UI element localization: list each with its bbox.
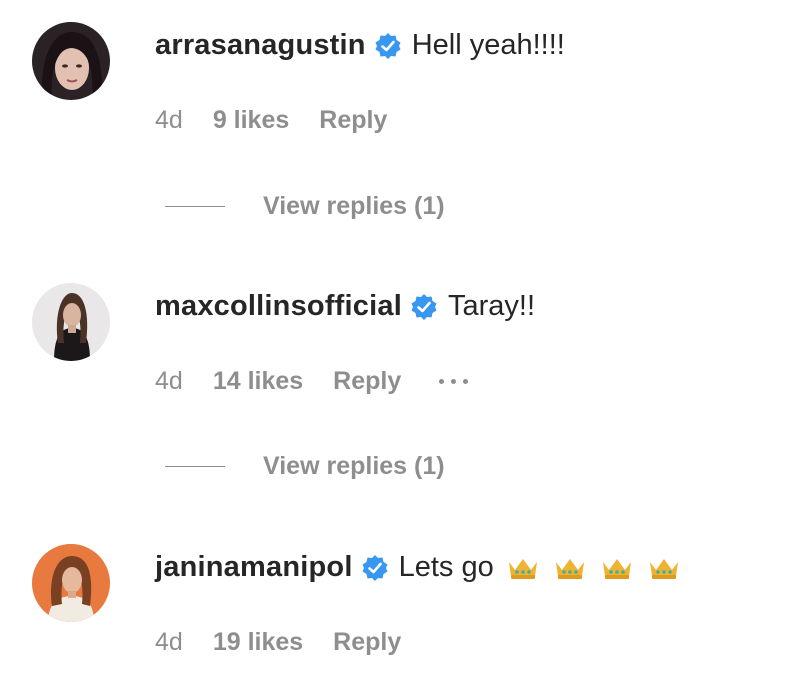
verified-badge-icon — [374, 32, 402, 60]
verified-badge-icon — [361, 554, 389, 582]
comment-username[interactable]: arrasanagustin — [155, 29, 366, 62]
avatar-image — [32, 283, 110, 361]
avatar[interactable] — [32, 283, 110, 361]
comment-text: Lets go — [398, 551, 494, 583]
comment-meta: 4d 14 likes Reply — [155, 367, 469, 396]
crown-emoji-icon — [555, 558, 584, 579]
comment-header: janinamanipol Lets go — [155, 551, 694, 584]
comment-likes[interactable]: 9 likes — [213, 106, 289, 135]
comment-text: Hell yeah!!!! — [411, 29, 565, 61]
comment-meta: 4d 9 likes Reply — [155, 106, 387, 135]
crown-emoji-icon — [649, 558, 678, 579]
more-dot — [439, 379, 445, 384]
comment-time[interactable]: 4d — [155, 367, 183, 396]
comment-time[interactable]: 4d — [155, 106, 183, 135]
avatar[interactable] — [32, 544, 110, 622]
crown-emoji-icon — [508, 558, 537, 579]
verified-badge-icon — [410, 293, 438, 321]
view-replies-label: View replies (1) — [263, 192, 445, 220]
crown-emoji-group — [506, 555, 694, 581]
crown-emoji-icon — [602, 558, 631, 579]
comment-username[interactable]: maxcollinsofficial — [155, 290, 402, 323]
comment-header: maxcollinsofficial Taray!! — [155, 290, 535, 323]
comment-time[interactable]: 4d — [155, 628, 183, 657]
replies-divider-line — [165, 466, 225, 467]
replies-divider-line — [165, 206, 225, 207]
comment-likes[interactable]: 19 likes — [213, 628, 303, 657]
view-replies-button[interactable]: View replies (1) — [165, 192, 445, 221]
avatar-image — [32, 22, 110, 100]
reply-button[interactable]: Reply — [333, 628, 401, 657]
comment-header: arrasanagustin Hell yeah!!!! — [155, 29, 565, 62]
view-replies-label: View replies (1) — [263, 452, 445, 480]
avatar[interactable] — [32, 22, 110, 100]
comment-text: Taray!! — [447, 290, 535, 322]
comment-meta: 4d 19 likes Reply — [155, 628, 401, 657]
more-dot — [463, 379, 469, 384]
more-dot — [451, 379, 457, 384]
reply-button[interactable]: Reply — [319, 106, 387, 135]
reply-button[interactable]: Reply — [333, 367, 401, 396]
more-options-icon[interactable] — [439, 379, 469, 384]
avatar-image — [32, 544, 110, 622]
view-replies-button[interactable]: View replies (1) — [165, 452, 445, 481]
comment-likes[interactable]: 14 likes — [213, 367, 303, 396]
comment-username[interactable]: janinamanipol — [155, 551, 353, 584]
